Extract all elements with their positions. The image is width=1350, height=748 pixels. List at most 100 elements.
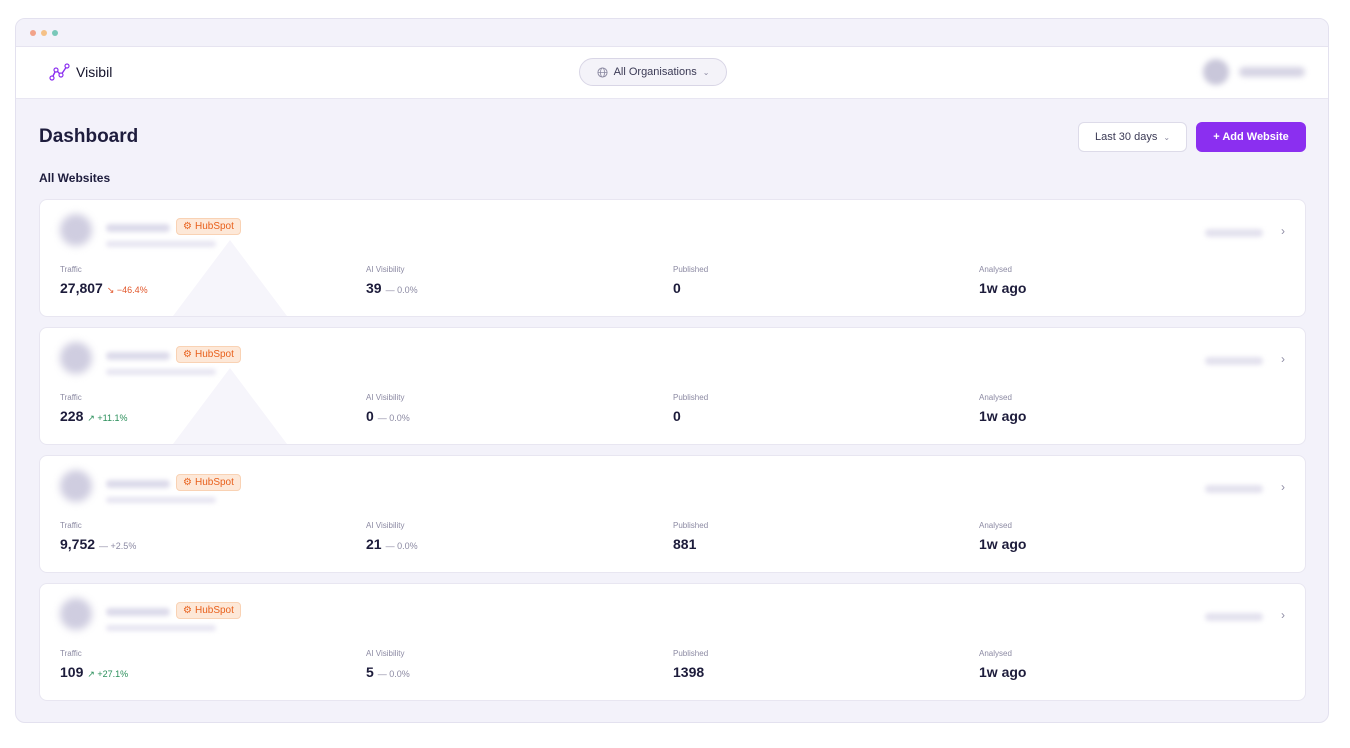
chevron-right-icon[interactable]: ›: [1281, 480, 1285, 494]
ai-visibility-delta: — 0.0%: [385, 541, 418, 551]
window-maximize-dot[interactable]: [52, 29, 58, 36]
site-name-redacted: [106, 352, 170, 360]
ai-visibility-metric: AI Visibility 39 — 0.0%: [366, 265, 418, 296]
card-meta-redacted: [1205, 229, 1263, 237]
date-range-select[interactable]: Last 30 days ⌄: [1078, 122, 1187, 152]
published-label: Published: [673, 393, 709, 402]
top-navigation-bar: Visibil All Organisations ⌄: [16, 47, 1328, 99]
hubspot-badge: ⚙ HubSpot: [176, 218, 241, 235]
website-card[interactable]: ⚙ HubSpot › Traffic 9,752 — +2.5% AI Vis…: [39, 455, 1306, 573]
chevron-right-icon[interactable]: ›: [1281, 608, 1285, 622]
ai-visibility-value: 0: [366, 408, 374, 424]
traffic-metric: Traffic 109 ↗ +27.1%: [60, 649, 128, 680]
ai-visibility-label: AI Visibility: [366, 265, 405, 274]
published-value: 881: [673, 536, 697, 552]
site-name-redacted: [106, 224, 170, 232]
hubspot-icon: ⚙: [183, 605, 192, 616]
traffic-label: Traffic: [60, 649, 82, 658]
published-metric: Published 881: [673, 521, 708, 552]
hubspot-badge-label: HubSpot: [194, 605, 234, 616]
published-metric: Published 0: [673, 393, 708, 424]
ai-visibility-metric: AI Visibility 21 — 0.0%: [366, 521, 418, 552]
brand-name: Visibil: [76, 64, 113, 80]
traffic-delta: ↘ −46.4%: [106, 285, 148, 295]
window-minimize-dot[interactable]: [41, 29, 47, 36]
ai-visibility-label: AI Visibility: [366, 393, 405, 402]
hubspot-icon: ⚙: [183, 349, 192, 360]
website-card[interactable]: ⚙ HubSpot › Traffic 27,807 ↘ −46.4% AI V…: [39, 199, 1306, 317]
analysed-value: 1w ago: [979, 536, 1027, 552]
site-favicon: [60, 214, 92, 246]
organisation-select[interactable]: All Organisations ⌄: [579, 58, 727, 86]
traffic-metric: Traffic 27,807 ↘ −46.4%: [60, 265, 148, 296]
hubspot-badge: ⚙ HubSpot: [176, 602, 241, 619]
traffic-label: Traffic: [60, 265, 82, 274]
traffic-value: 27,807: [60, 280, 103, 296]
analysed-metric: Analysed 1w ago: [979, 393, 1026, 424]
published-metric: Published 1398: [673, 649, 708, 680]
card-meta-redacted: [1205, 485, 1263, 493]
analysed-label: Analysed: [979, 265, 1012, 274]
traffic-label: Traffic: [60, 393, 82, 402]
traffic-delta: ↗ +27.1%: [87, 669, 129, 679]
published-value: 0: [673, 280, 681, 296]
avatar: [1203, 59, 1229, 85]
window-titlebar: [16, 19, 1328, 47]
hubspot-badge-label: HubSpot: [194, 349, 234, 360]
ai-visibility-value: 5: [366, 664, 374, 680]
analysed-value: 1w ago: [979, 280, 1027, 296]
analysed-label: Analysed: [979, 649, 1012, 658]
card-meta-redacted: [1205, 357, 1263, 365]
traffic-value: 9,752: [60, 536, 96, 552]
site-url-redacted: [106, 625, 216, 631]
user-name-redacted: [1239, 67, 1305, 77]
analysed-label: Analysed: [979, 393, 1012, 402]
card-meta-redacted: [1205, 613, 1263, 621]
hubspot-badge-label: HubSpot: [194, 477, 234, 488]
site-favicon: [60, 598, 92, 630]
add-website-button[interactable]: + Add Website: [1196, 122, 1306, 152]
published-label: Published: [673, 649, 709, 658]
chevron-right-icon[interactable]: ›: [1281, 224, 1285, 238]
website-card[interactable]: ⚙ HubSpot › Traffic 228 ↗ +11.1% AI Visi…: [39, 327, 1306, 445]
published-value: 1398: [673, 664, 705, 680]
published-metric: Published 0: [673, 265, 708, 296]
user-menu[interactable]: [1203, 59, 1305, 85]
analysed-label: Analysed: [979, 521, 1012, 530]
hubspot-icon: ⚙: [183, 221, 192, 232]
site-url-redacted: [106, 241, 216, 247]
ai-visibility-value: 21: [366, 536, 382, 552]
analysed-value: 1w ago: [979, 408, 1027, 424]
analysed-value: 1w ago: [979, 664, 1027, 680]
ai-visibility-metric: AI Visibility 5 — 0.0%: [366, 649, 410, 680]
site-name-redacted: [106, 480, 170, 488]
ai-visibility-label: AI Visibility: [366, 521, 405, 530]
ai-visibility-delta: — 0.0%: [377, 413, 410, 423]
site-url-redacted: [106, 369, 216, 375]
brand-logo[interactable]: Visibil: [49, 62, 112, 82]
traffic-value: 228: [60, 408, 84, 424]
ai-visibility-metric: AI Visibility 0 — 0.0%: [366, 393, 410, 424]
organisation-select-label: All Organisations: [613, 66, 697, 78]
analysed-metric: Analysed 1w ago: [979, 521, 1026, 552]
traffic-value: 109: [60, 664, 84, 680]
published-label: Published: [673, 521, 709, 530]
chevron-down-icon: ⌄: [1163, 132, 1171, 142]
hubspot-badge: ⚙ HubSpot: [176, 346, 241, 363]
ai-visibility-delta: — 0.0%: [377, 669, 410, 679]
page-title: Dashboard: [39, 126, 139, 147]
ai-visibility-value: 39: [366, 280, 382, 296]
traffic-delta: — +2.5%: [99, 541, 137, 551]
chevron-right-icon[interactable]: ›: [1281, 352, 1285, 366]
hubspot-icon: ⚙: [183, 477, 192, 488]
site-name-redacted: [106, 608, 170, 616]
window-close-dot[interactable]: [30, 29, 36, 36]
website-card[interactable]: ⚙ HubSpot › Traffic 109 ↗ +27.1% AI Visi…: [39, 583, 1306, 701]
app-window: Visibil All Organisations ⌄ Dashboard La…: [15, 18, 1329, 723]
visibil-logo-icon: [49, 63, 70, 81]
ai-visibility-label: AI Visibility: [366, 649, 405, 658]
globe-icon: [597, 66, 608, 78]
analysed-metric: Analysed 1w ago: [979, 649, 1026, 680]
background-shape: [170, 240, 290, 316]
traffic-metric: Traffic 228 ↗ +11.1%: [60, 393, 128, 424]
